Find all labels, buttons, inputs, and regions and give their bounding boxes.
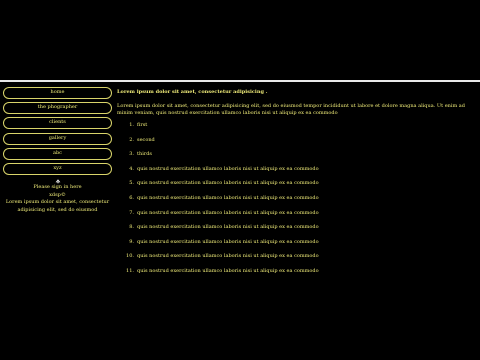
list-item-number: 5.: [129, 180, 134, 187]
header-divider: [0, 80, 480, 82]
list-item-number: 7.: [129, 209, 134, 216]
nav-photographer-button[interactable]: the phographer: [3, 102, 112, 115]
main-content: Lorem ipsum dolor sit amet, consectetur …: [117, 89, 479, 283]
list-item: 7. quis nostrud exercitation ullamco labo…: [117, 210, 479, 225]
list-item-number: 9.: [129, 238, 134, 245]
list-item: 2. second: [117, 137, 479, 152]
brand-text: xdsp©: [49, 191, 66, 198]
list-item-number: 11.: [126, 267, 134, 274]
signin-link[interactable]: Please sign in here: [3, 184, 112, 192]
list-item: 6. quis nostrud exercitation ullamco labo…: [117, 195, 479, 210]
list-item-number: 8.: [129, 224, 134, 231]
list-item-text: quis nostrud exercitation ullamco labori…: [137, 165, 319, 172]
list-item-text: quis nostrud exercitation ullamco labori…: [137, 238, 319, 245]
list-item: 4. quis nostrud exercitation ullamco labo…: [117, 166, 479, 181]
list-item-number: 6.: [129, 194, 134, 201]
nav-abc-button[interactable]: abc: [3, 147, 112, 160]
list-item: 10. quis nostrud exercitation ullamco lab…: [117, 253, 479, 268]
sidebar-info: Please sign in here xdsp© Lorem ipsum do…: [3, 178, 112, 214]
list-item-text: thirds: [137, 151, 152, 158]
list-item-text: second: [137, 136, 155, 143]
list-item-number: 3.: [129, 151, 134, 158]
nav-home-button[interactable]: home: [3, 87, 112, 99]
list-item: 1. first: [117, 122, 479, 137]
nav-gallery-button[interactable]: gallery: [3, 132, 112, 145]
list-item: 9. quis nostrud exercitation ullamco labo…: [117, 239, 479, 254]
list-item-text: quis nostrud exercitation ullamco labori…: [137, 267, 319, 274]
sidebar: home the phographer clients gallery abc …: [3, 87, 112, 214]
list-item-text: quis nostrud exercitation ullamco labori…: [137, 253, 319, 260]
list-item: 5. quis nostrud exercitation ullamco labo…: [117, 180, 479, 195]
list-item-text: quis nostrud exercitation ullamco labori…: [137, 224, 319, 231]
list-item-text: quis nostrud exercitation ullamco labori…: [137, 194, 319, 201]
content-list: 1. first 2. second 3. thirds 4. quis nostrud…: [117, 122, 479, 283]
list-item-number: 10.: [126, 253, 134, 260]
list-item: 11. quis nostrud exercitation ullamco lab…: [117, 268, 479, 283]
list-item-text: quis nostrud exercitation ullamco labori…: [137, 209, 319, 216]
sidebar-blurb: Lorem ipsum dolor sit amet, consectetur …: [5, 199, 110, 213]
list-item-text: quis nostrud exercitation ullamco labori…: [137, 180, 319, 187]
list-item-number: 1.: [129, 122, 134, 128]
list-item-number: 2.: [129, 136, 134, 143]
nav-clients-button[interactable]: clients: [3, 117, 112, 130]
list-item-number: 4.: [129, 165, 134, 172]
content-paragraph: Lorem ipsum dolor sit amet, consectetur …: [117, 103, 465, 116]
nav-xyz-button[interactable]: xyz: [3, 162, 112, 175]
list-item: 8. quis nostrud exercitation ullamco labo…: [117, 224, 479, 239]
list-item-text: first: [137, 122, 148, 128]
list-item: 3. thirds: [117, 151, 479, 166]
content-heading: Lorem ipsum dolor sit amet, consectetur …: [117, 89, 268, 95]
